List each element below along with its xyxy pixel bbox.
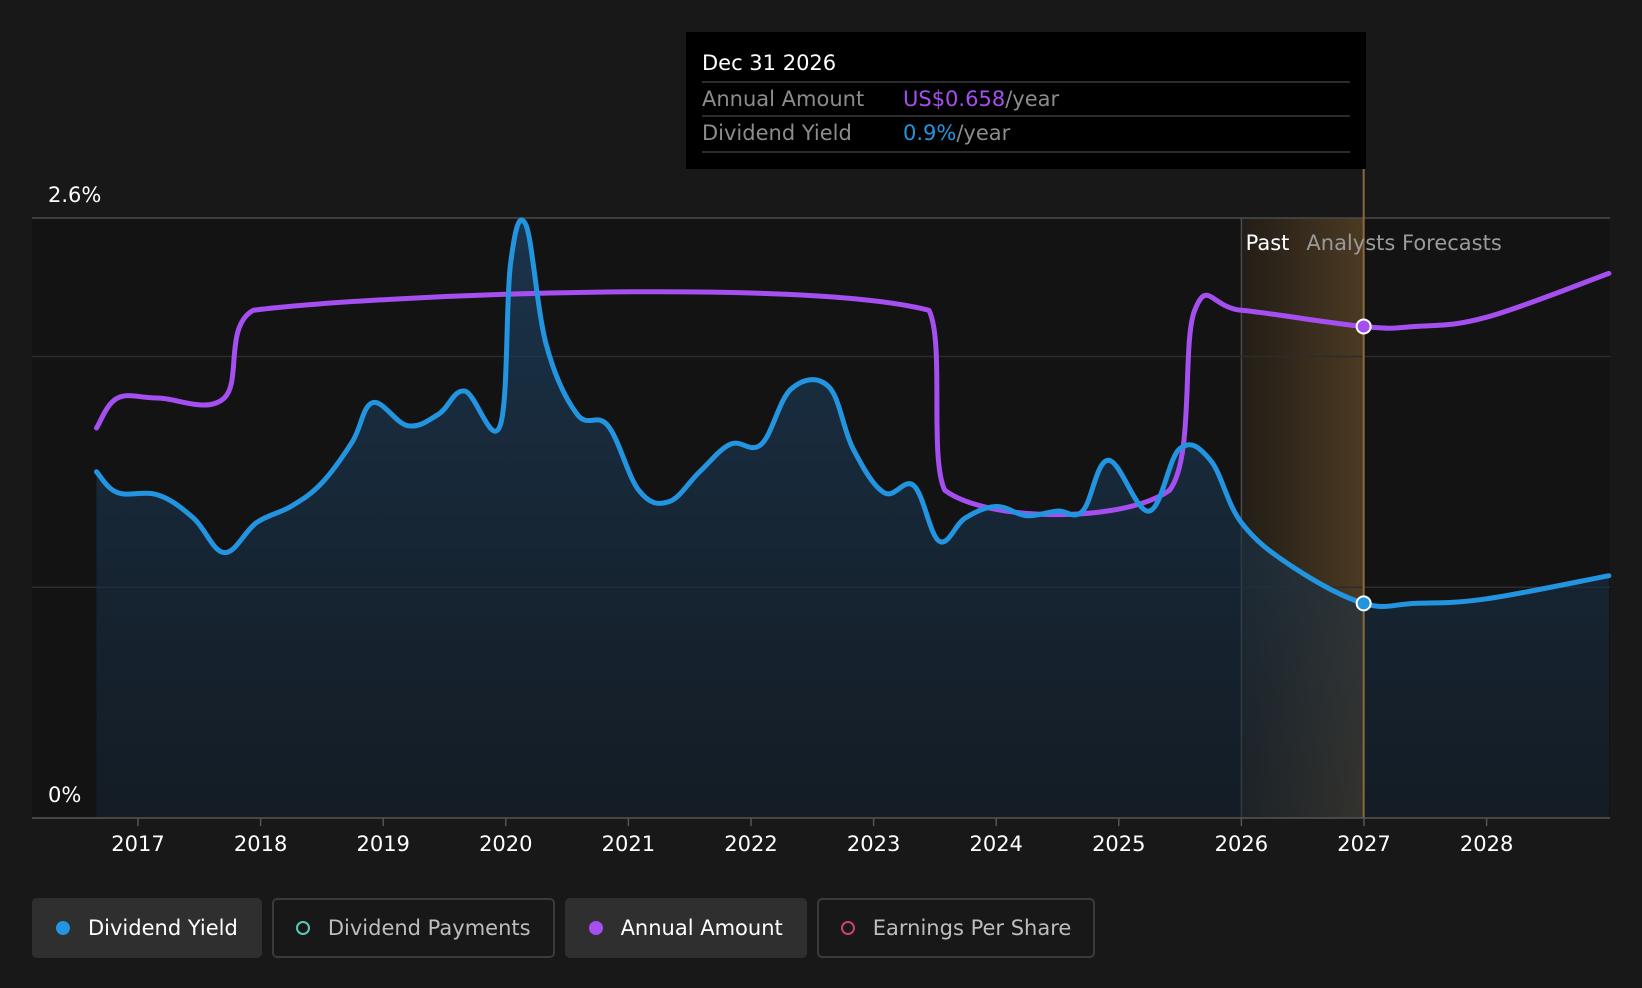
- forecast-label: Analysts Forecasts: [1306, 231, 1501, 255]
- y-axis-top-label: 2.6%: [48, 183, 101, 207]
- x-axis: 2017 2018 2019 2020 2021 2022 2023 2024 2025 2026…: [111, 818, 1513, 856]
- x-tick-label: 2028: [1460, 832, 1513, 856]
- hollow-circle-icon: [295, 921, 310, 935]
- tooltip-yield-value: 0.9%/year: [903, 121, 1011, 145]
- legend-label: Annual Amount: [620, 916, 783, 940]
- tooltip-date: Dec 31 2026: [702, 51, 836, 75]
- past-label: Past: [1246, 231, 1290, 255]
- hollow-circle-icon: [840, 921, 855, 935]
- x-tick-label: 2018: [234, 832, 287, 856]
- tooltip: Dec 31 2026 Annual Amount US$0.658/year …: [686, 32, 1366, 169]
- legend-label: Dividend Yield: [88, 916, 238, 940]
- filled-circle-icon: [56, 921, 70, 935]
- y-axis-bottom-label: 0%: [48, 783, 81, 807]
- x-tick-label: 2019: [356, 832, 409, 856]
- legend-item-annual-amount[interactable]: Annual Amount: [564, 898, 807, 958]
- tooltip-annual-value: US$0.658/year: [903, 87, 1059, 111]
- tooltip-yield-label: Dividend Yield: [702, 121, 852, 145]
- x-tick-label: 2020: [479, 832, 532, 856]
- legend-item-dividend-payments[interactable]: Dividend Payments: [271, 898, 555, 958]
- legend-label: Dividend Payments: [327, 916, 531, 940]
- legend: Dividend Yield Dividend Payments Annual Am…: [32, 898, 1096, 958]
- tooltip-annual-label: Annual Amount: [702, 87, 864, 111]
- x-tick-label: 2023: [847, 832, 900, 856]
- x-tick-label: 2024: [969, 832, 1022, 856]
- legend-item-dividend-yield[interactable]: Dividend Yield: [32, 898, 262, 958]
- dividend-chart: 2017 2018 2019 2020 2021 2022 2023 2024 2025 2026…: [32, 32, 1612, 856]
- x-tick-label: 2026: [1215, 832, 1268, 856]
- legend-label: Earnings Per Share: [872, 916, 1072, 940]
- x-tick-label: 2027: [1337, 832, 1390, 856]
- x-tick-label: 2025: [1092, 832, 1145, 856]
- x-tick-label: 2017: [111, 832, 164, 856]
- x-tick-label: 2021: [602, 832, 655, 856]
- filled-circle-icon: [588, 921, 603, 935]
- annual-amount-marker[interactable]: [1355, 318, 1372, 335]
- legend-item-earnings-per-share[interactable]: Earnings Per Share: [816, 898, 1096, 958]
- x-tick-label: 2022: [724, 832, 777, 856]
- dividend-yield-marker[interactable]: [1355, 595, 1372, 612]
